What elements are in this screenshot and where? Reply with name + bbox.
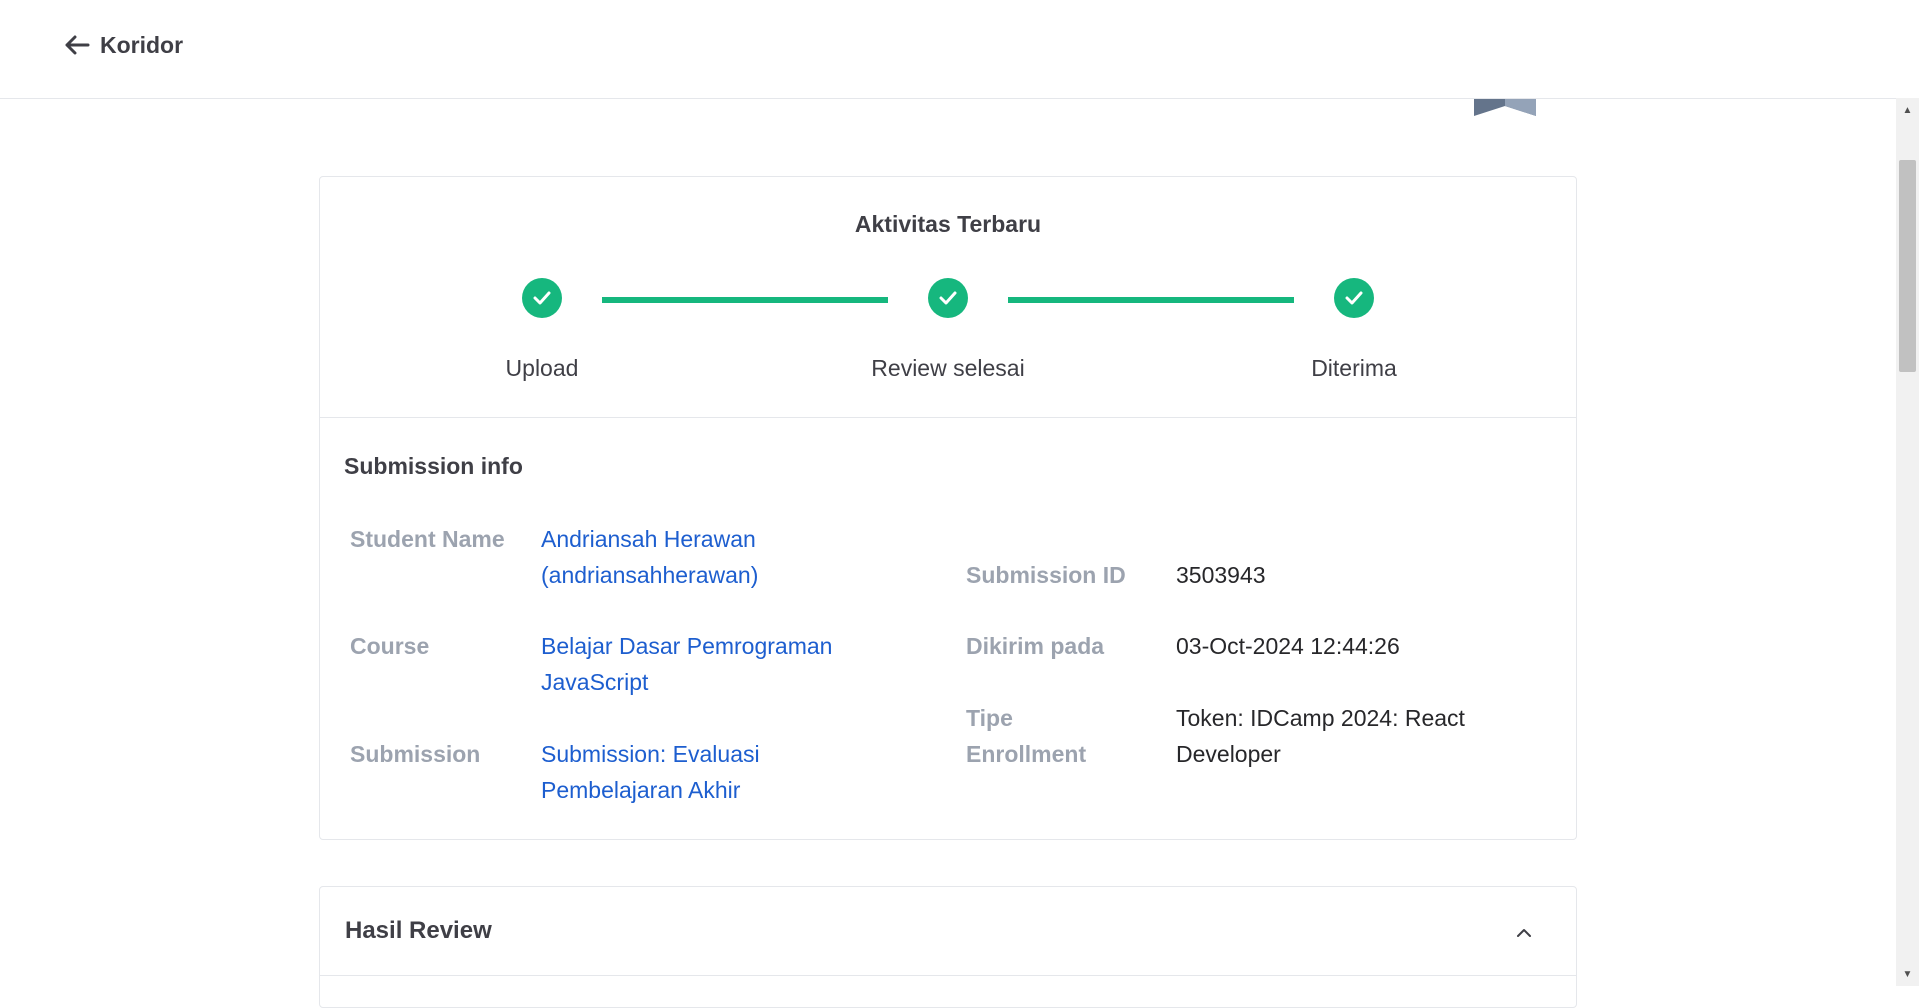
sent-at-value: 03-Oct-2024 12:44:26 — [1176, 633, 1400, 659]
student-name-label: Student Name — [350, 526, 505, 552]
scroll-up-icon[interactable]: ▲ — [1896, 98, 1919, 122]
step-upload-check-icon — [522, 278, 562, 318]
course-line: Belajar Dasar Pemrograman — [541, 633, 833, 659]
step-label-review: Review selesai — [871, 355, 1025, 381]
enrollment-type-label: Tipe Enrollment — [966, 700, 1086, 772]
step-label-accepted: Diterima — [1311, 355, 1397, 381]
scrollbar[interactable]: ▲ ▼ — [1896, 98, 1919, 986]
student-username-line: (andriansahherawan) — [541, 562, 759, 588]
scroll-down-icon[interactable]: ▼ — [1896, 962, 1919, 986]
course-link[interactable]: Belajar Dasar Pemrograman JavaScript — [541, 628, 832, 700]
submission-id-label: Submission ID — [966, 562, 1126, 588]
enrollment-type-label-line: Tipe — [966, 705, 1013, 731]
step-label-upload: Upload — [505, 355, 579, 381]
activity-title: Aktivitas Terbaru — [854, 211, 1042, 237]
review-result-title: Hasil Review — [345, 917, 492, 944]
student-name-line: Andriansah Herawan — [541, 526, 756, 552]
enrollment-type-value: Token: IDCamp 2024: React Developer — [1176, 700, 1465, 772]
course-label: Course — [350, 633, 430, 659]
review-result-card[interactable]: Hasil Review — [319, 886, 1577, 1008]
top-bar: Koridor — [0, 0, 1896, 99]
student-name-link[interactable]: Andriansah Herawan (andriansahherawan) — [541, 521, 758, 593]
step-accepted-check-icon — [1334, 278, 1374, 318]
submission-line: Submission: Evaluasi — [541, 741, 760, 767]
back-link[interactable]: Koridor — [64, 28, 183, 62]
step-connector — [1008, 297, 1294, 303]
step-connector — [602, 297, 888, 303]
submission-id-value: 3503943 — [1176, 562, 1266, 588]
submission-info-title: Submission info — [344, 453, 523, 479]
submission-link[interactable]: Submission: Evaluasi Pembelajaran Akhir — [541, 736, 760, 808]
course-line: JavaScript — [541, 669, 649, 695]
enrollment-type-label-line: Enrollment — [966, 741, 1087, 767]
scroll-thumb[interactable] — [1899, 160, 1916, 372]
sent-at-label: Dikirim pada — [966, 633, 1105, 659]
submission-label: Submission — [350, 741, 481, 767]
submission-card: Aktivitas Terbaru Upload Review selesai … — [319, 176, 1577, 840]
submission-line: Pembelajaran Akhir — [541, 777, 741, 803]
back-link-label: Koridor — [100, 31, 184, 58]
divider — [320, 975, 1576, 976]
enrollment-type-value-line: Developer — [1176, 741, 1281, 767]
step-review-check-icon — [928, 278, 968, 318]
arrow-left-icon — [64, 35, 90, 55]
enrollment-type-value-line: Token: IDCamp 2024: React — [1176, 705, 1465, 731]
chevron-up-icon[interactable] — [1512, 921, 1536, 945]
divider — [320, 417, 1576, 418]
